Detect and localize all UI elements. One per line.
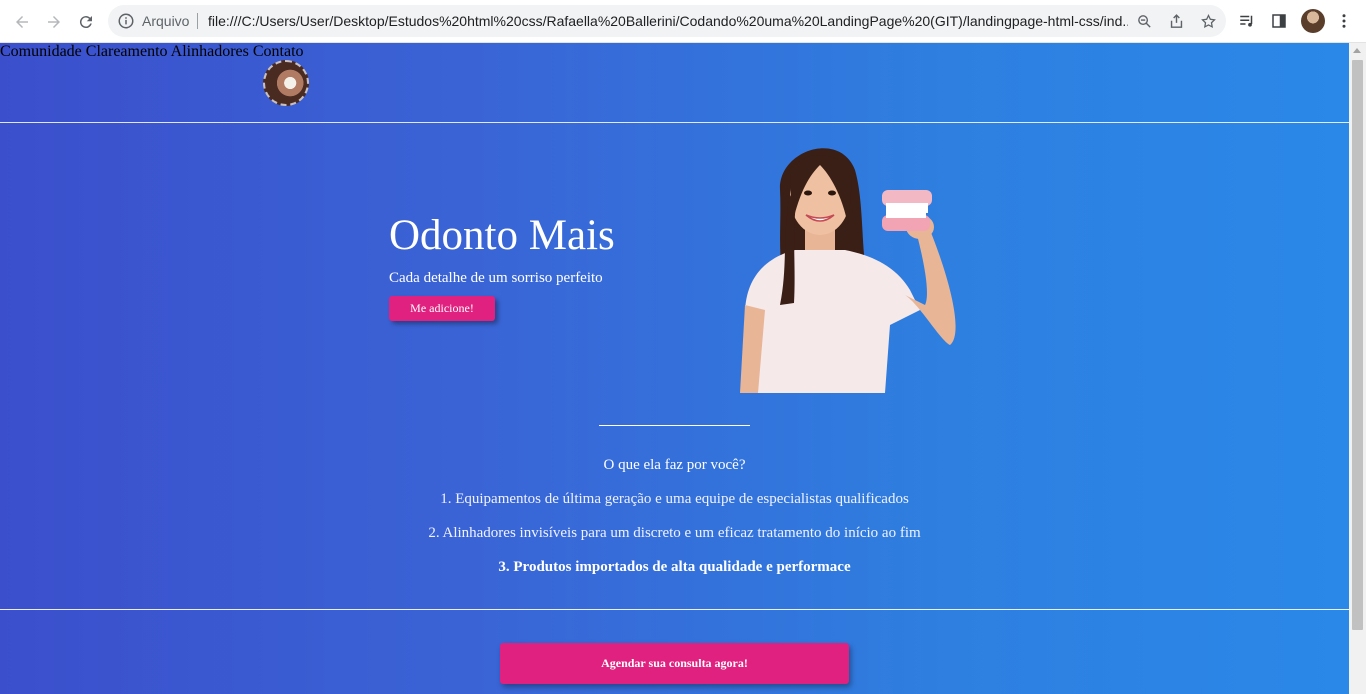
info-icon[interactable] <box>117 12 135 30</box>
url-text[interactable]: file:///C:/Users/User/Desktop/Estudos%20… <box>208 5 1128 37</box>
reload-button[interactable] <box>73 9 99 35</box>
menu-icon <box>1342 14 1346 28</box>
zoom-icon <box>1137 14 1151 28</box>
share-icon <box>1170 13 1182 28</box>
zoom-button[interactable] <box>1134 11 1154 31</box>
side-panel-icon <box>1272 14 1286 28</box>
nav-link-comunidade[interactable]: Comunidade <box>0 43 82 60</box>
back-icon <box>16 16 28 28</box>
reload-icon <box>79 16 92 29</box>
omnibox-separator <box>197 13 198 29</box>
back-button[interactable] <box>9 9 35 35</box>
share-button[interactable] <box>1166 11 1186 31</box>
benefit-item-2: 2. Alinhadores invisíveis para um discre… <box>428 525 921 541</box>
hero-subtitle: Cada detalhe de um sorriso perfeito <box>389 270 603 286</box>
browser-toolbar: Arquivo file:///C:/Users/User/Desktop/Es… <box>0 0 1366 43</box>
nav-link-alinhadores[interactable]: Alinhadores <box>171 43 249 60</box>
schedule-appointment-button[interactable]: Agendar sua consulta agora! <box>500 643 849 684</box>
page-scrollbar[interactable] <box>1349 43 1366 694</box>
add-me-button[interactable]: Me adicione! <box>389 296 495 321</box>
browser-menu-button[interactable] <box>1333 10 1355 32</box>
landing-page: Comunidade Clareamento Alinhadores Conta… <box>0 43 1349 694</box>
omnibox-label: Arquivo <box>142 13 190 29</box>
section-divider <box>599 425 750 426</box>
hero-woman-image <box>740 148 956 393</box>
bookmark-button[interactable] <box>1198 11 1218 31</box>
benefit-item-3: 3. Produtos importados de alta qualidade… <box>498 559 851 575</box>
forward-button[interactable] <box>41 9 67 35</box>
scroll-up-arrow-icon[interactable] <box>1353 48 1361 53</box>
site-header: Comunidade Clareamento Alinhadores Conta… <box>0 43 1349 123</box>
nav-link-clareamento[interactable]: Clareamento <box>86 43 168 60</box>
scrollbar-thumb[interactable] <box>1352 60 1363 630</box>
benefits-title: O que ela faz por você? <box>603 457 746 473</box>
benefit-item-1: 1. Equipamentos de última geração e uma … <box>440 491 909 507</box>
logo[interactable] <box>263 60 309 106</box>
side-panel-button[interactable] <box>1268 10 1290 32</box>
hero-title: Odonto Mais <box>389 212 615 259</box>
footer-divider <box>0 609 1349 610</box>
profile-avatar[interactable] <box>1301 9 1325 33</box>
nav-link-contato[interactable]: Contato <box>253 43 304 60</box>
star-icon <box>1200 13 1216 28</box>
reading-list-icon <box>1240 15 1253 27</box>
forward-icon <box>48 16 60 28</box>
reading-list-button[interactable] <box>1236 10 1258 32</box>
address-bar[interactable]: Arquivo file:///C:/Users/User/Desktop/Es… <box>108 5 1226 37</box>
